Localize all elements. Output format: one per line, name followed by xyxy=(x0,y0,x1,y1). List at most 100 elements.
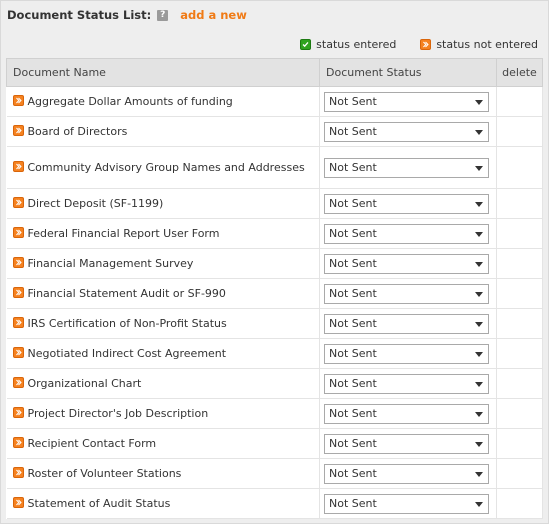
panel-title: Document Status List: xyxy=(7,8,152,22)
arrow-right-icon xyxy=(12,436,24,448)
status-select-value: Not Sent xyxy=(329,286,377,300)
arrow-right-icon xyxy=(12,160,24,172)
status-select-value: Not Sent xyxy=(329,160,377,174)
status-select-value: Not Sent xyxy=(329,346,377,360)
document-name-cell: Board of Directors xyxy=(6,116,320,147)
document-name-cell: Aggregate Dollar Amounts of funding xyxy=(6,86,320,117)
status-select-value: Not Sent xyxy=(329,466,377,480)
document-status-cell: Not Sent xyxy=(319,218,497,249)
arrow-right-icon xyxy=(12,316,24,328)
column-header-delete: delete xyxy=(496,58,543,87)
status-select-value: Not Sent xyxy=(329,226,377,240)
status-select-value: Not Sent xyxy=(329,316,377,330)
document-name-link[interactable]: Direct Deposit (SF-1199) xyxy=(28,197,164,210)
document-status-select[interactable]: Not Sent xyxy=(324,91,489,112)
chevron-down-icon xyxy=(475,129,483,135)
document-name-cell: Financial Management Survey xyxy=(6,248,320,279)
document-name-cell: Recipient Contact Form xyxy=(6,428,320,459)
document-name-link[interactable]: Statement of Audit Status xyxy=(28,497,171,510)
document-status-select[interactable]: Not Sent xyxy=(324,121,489,142)
document-status-cell: Not Sent xyxy=(319,368,497,399)
document-name-cell: Project Director's Job Description xyxy=(6,398,320,429)
question-mark-icon[interactable]: ? xyxy=(157,9,169,21)
table-row: Project Director's Job Description Not Se… xyxy=(6,398,543,429)
table-body: Aggregate Dollar Amounts of funding Not S… xyxy=(6,86,543,519)
document-status-cell: Not Sent xyxy=(319,458,497,489)
document-status-cell: Not Sent xyxy=(319,278,497,309)
document-name-link[interactable]: Recipient Contact Form xyxy=(28,437,157,450)
table-row: Roster of Volunteer Stations Not Sent xyxy=(6,458,543,489)
arrow-right-icon xyxy=(12,496,24,508)
document-status-cell: Not Sent xyxy=(319,116,497,147)
table-row: IRS Certification of Non-Profit Status No… xyxy=(6,308,543,339)
delete-cell xyxy=(496,458,543,489)
delete-cell xyxy=(496,368,543,399)
document-status-select[interactable]: Not Sent xyxy=(324,493,489,514)
delete-cell xyxy=(496,428,543,459)
document-name-link[interactable]: Negotiated Indirect Cost Agreement xyxy=(28,347,227,360)
document-status-select[interactable]: Not Sent xyxy=(324,193,489,214)
arrow-right-icon xyxy=(12,406,24,418)
document-status-select[interactable]: Not Sent xyxy=(324,403,489,424)
document-name-link[interactable]: Financial Statement Audit or SF-990 xyxy=(28,287,226,300)
document-name-cell: Community Advisory Group Names and Addre… xyxy=(6,146,320,189)
table-row: Aggregate Dollar Amounts of funding Not S… xyxy=(6,86,543,117)
document-status-table: Document Name Document Status delete Agg… xyxy=(6,58,543,519)
delete-cell xyxy=(496,188,543,219)
status-select-value: Not Sent xyxy=(329,124,377,138)
status-select-value: Not Sent xyxy=(329,256,377,270)
delete-cell xyxy=(496,116,543,147)
status-select-value: Not Sent xyxy=(329,436,377,450)
checkmark-icon xyxy=(300,39,312,50)
document-status-panel: Document Status List: ? add a new status… xyxy=(0,0,549,524)
document-status-cell: Not Sent xyxy=(319,86,497,117)
document-status-select[interactable]: Not Sent xyxy=(324,283,489,304)
document-name-cell: Negotiated Indirect Cost Agreement xyxy=(6,338,320,369)
table-row: Recipient Contact Form Not Sent xyxy=(6,428,543,459)
document-status-select[interactable]: Not Sent xyxy=(324,343,489,364)
document-status-cell: Not Sent xyxy=(319,488,497,519)
column-header-document-status: Document Status xyxy=(319,58,497,87)
table-row: Financial Management Survey Not Sent xyxy=(6,248,543,279)
delete-cell xyxy=(496,398,543,429)
document-name-link[interactable]: Board of Directors xyxy=(28,125,128,138)
document-name-link[interactable]: Project Director's Job Description xyxy=(28,407,209,420)
legend-status-not-entered: status not entered xyxy=(420,38,538,51)
status-select-value: Not Sent xyxy=(329,196,377,210)
document-status-select[interactable]: Not Sent xyxy=(324,253,489,274)
document-name-link[interactable]: IRS Certification of Non-Profit Status xyxy=(28,317,227,330)
chevron-down-icon xyxy=(475,411,483,417)
document-name-link[interactable]: Roster of Volunteer Stations xyxy=(28,467,182,480)
legend-status-entered: status entered xyxy=(300,38,396,51)
arrow-right-icon xyxy=(12,196,24,208)
document-name-link[interactable]: Organizational Chart xyxy=(28,377,142,390)
document-name-cell: IRS Certification of Non-Profit Status xyxy=(6,308,320,339)
document-name-link[interactable]: Federal Financial Report User Form xyxy=(28,227,220,240)
document-name-link[interactable]: Financial Management Survey xyxy=(28,257,194,270)
delete-cell xyxy=(496,338,543,369)
chevron-down-icon xyxy=(475,291,483,297)
document-name-link[interactable]: Aggregate Dollar Amounts of funding xyxy=(28,95,233,108)
document-status-select[interactable]: Not Sent xyxy=(324,223,489,244)
document-status-select[interactable]: Not Sent xyxy=(324,373,489,394)
add-new-link[interactable]: add a new xyxy=(180,8,247,22)
document-status-select[interactable]: Not Sent xyxy=(324,433,489,454)
document-status-select[interactable]: Not Sent xyxy=(324,463,489,484)
arrow-right-icon xyxy=(12,226,24,238)
arrow-right-icon xyxy=(420,39,432,50)
arrow-right-icon xyxy=(12,256,24,268)
document-name-cell: Roster of Volunteer Stations xyxy=(6,458,320,489)
table-row: Statement of Audit Status Not Sent xyxy=(6,488,543,519)
document-name-cell: Federal Financial Report User Form xyxy=(6,218,320,249)
document-status-cell: Not Sent xyxy=(319,428,497,459)
table-row: Financial Statement Audit or SF-990 Not S… xyxy=(6,278,543,309)
document-name-link[interactable]: Community Advisory Group Names and Addre… xyxy=(28,161,305,174)
arrow-right-icon xyxy=(12,376,24,388)
document-status-select[interactable]: Not Sent xyxy=(324,157,489,178)
arrow-right-icon xyxy=(12,286,24,298)
column-header-document-name: Document Name xyxy=(6,58,320,87)
chevron-down-icon xyxy=(475,261,483,267)
arrow-right-icon xyxy=(12,466,24,478)
document-status-select[interactable]: Not Sent xyxy=(324,313,489,334)
document-name-cell: Organizational Chart xyxy=(6,368,320,399)
